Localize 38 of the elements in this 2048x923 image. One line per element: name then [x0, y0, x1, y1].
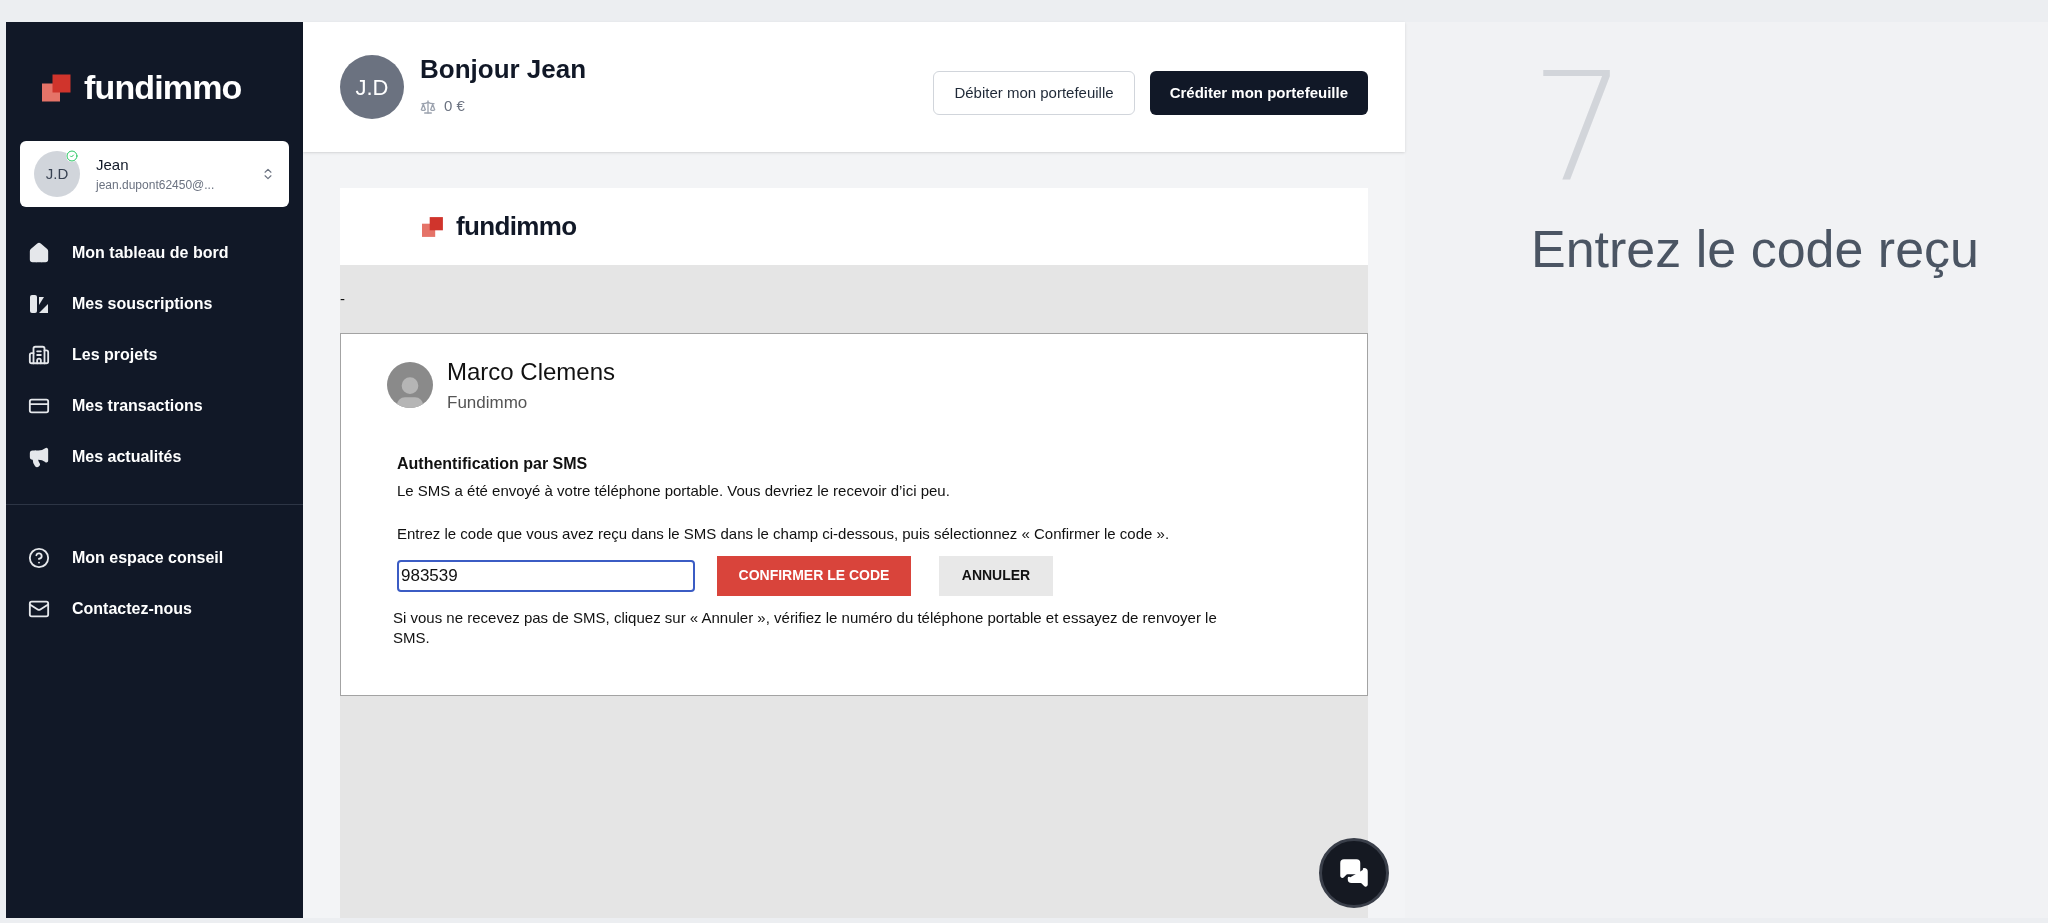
chat-bubbles-icon: [1339, 858, 1369, 888]
building-icon: [28, 343, 50, 366]
nav-item[interactable]: Mes souscriptions: [6, 278, 303, 329]
help-text: Si vous ne recevez pas de SMS, cliquez sur « Annuler », vérifiez le numéro du téléphone portable et essayez de renvoyer le SMS.: [393, 607, 1218, 648]
separator-text: -: [340, 288, 345, 309]
profile-name: Jean: [96, 154, 130, 175]
nav-item[interactable]: Contactez-nous: [6, 583, 303, 634]
credit-wallet-button[interactable]: Créditer mon portefeuille: [1149, 71, 1368, 115]
sent-message: Le SMS a été envoyé à votre téléphone portable. Vous devriez le recevoir d’ici peu.: [397, 480, 951, 501]
nav-item[interactable]: Mes actualités: [6, 431, 303, 482]
debit-wallet-button[interactable]: Débiter mon portefeuille: [933, 71, 1135, 115]
avatar: J.D: [340, 55, 404, 119]
cancel-button[interactable]: ANNULER: [939, 555, 1053, 596]
brand-name: fundimmo: [456, 210, 577, 243]
sender-name: Marco Clemens: [447, 357, 616, 387]
sender-org: Fundimmo: [447, 392, 529, 414]
instruction-text: Entrez le code que vous avez reçu dans le SMS dans le champ ci-dessous, puis sélectionnez « Confirmer le code ».: [397, 524, 1171, 544]
brand-name: fundimmo: [84, 67, 242, 108]
nav-item[interactable]: Mes transactions: [6, 380, 303, 431]
scale-icon: [420, 98, 436, 115]
profile-email: jean.dupont62450@...: [96, 177, 216, 195]
confirm-code-button[interactable]: CONFIRMER LE CODE: [717, 555, 911, 596]
avatar: J.D: [34, 151, 80, 197]
nav-item[interactable]: Les projets: [6, 329, 303, 380]
balance: 0 €: [444, 96, 465, 117]
nav-item[interactable]: Mon espace conseil: [6, 532, 303, 583]
documents-icon: [28, 292, 50, 315]
home-icon: [28, 241, 50, 264]
logo-squares-icon: [422, 215, 444, 238]
code-input[interactable]: 983539: [397, 559, 695, 592]
logo-squares-icon: [42, 72, 72, 103]
greeting: Bonjour Jean: [420, 53, 587, 87]
step-caption: Entrez le code reçu: [1531, 219, 1981, 280]
megaphone-icon: [28, 445, 50, 468]
dialog-title: Authentification par SMS: [397, 453, 589, 474]
profile-card[interactable]: J.D Jean jean.dupont62450@...: [20, 141, 289, 207]
help-icon: [28, 546, 50, 569]
nav-item[interactable]: Mon tableau de bord: [6, 227, 303, 278]
